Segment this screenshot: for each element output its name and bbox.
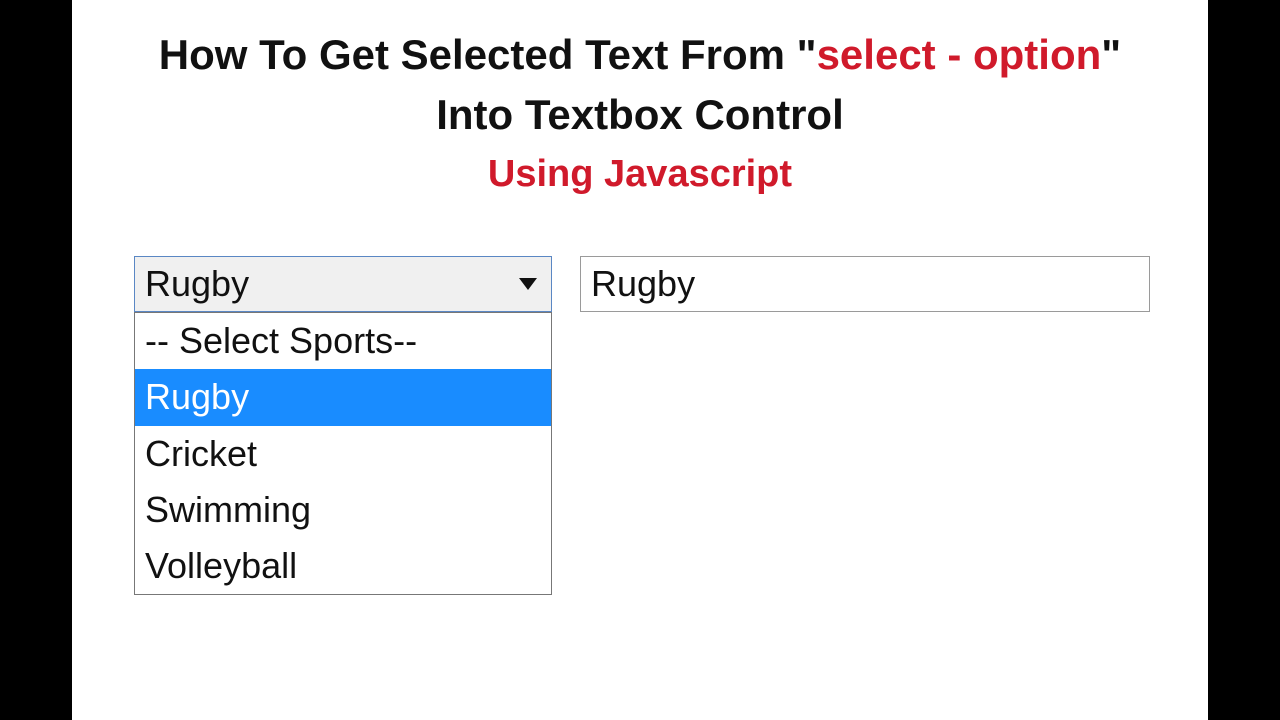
sport-select[interactable]: Rugby (134, 256, 552, 312)
sport-select-value: Rugby (145, 263, 249, 305)
chevron-down-icon (519, 278, 537, 290)
title-line-1: How To Get Selected Text From "select - … (72, 28, 1208, 82)
content-stage: How To Get Selected Text From "select - … (72, 0, 1208, 720)
sport-select-wrapper: Rugby -- Select Sports-- Rugby Cricket S… (134, 256, 552, 312)
sport-option[interactable]: Swimming (135, 482, 551, 538)
sport-select-dropdown[interactable]: -- Select Sports-- Rugby Cricket Swimmin… (134, 312, 552, 595)
sport-option[interactable]: Volleyball (135, 538, 551, 594)
controls-row: Rugby -- Select Sports-- Rugby Cricket S… (72, 256, 1208, 312)
title-line-1-suffix: " (1101, 31, 1121, 78)
sport-option[interactable]: Rugby (135, 369, 551, 425)
output-textbox-value: Rugby (591, 263, 695, 305)
sport-option[interactable]: Cricket (135, 426, 551, 482)
output-textbox[interactable]: Rugby (580, 256, 1150, 312)
page-title: How To Get Selected Text From "select - … (72, 0, 1208, 198)
title-line-1-accent: select - option (817, 31, 1102, 78)
title-line-3: Using Javascript (72, 150, 1208, 199)
title-line-1-prefix: How To Get Selected Text From " (159, 31, 817, 78)
title-line-2: Into Textbox Control (72, 88, 1208, 142)
sport-option[interactable]: -- Select Sports-- (135, 313, 551, 369)
